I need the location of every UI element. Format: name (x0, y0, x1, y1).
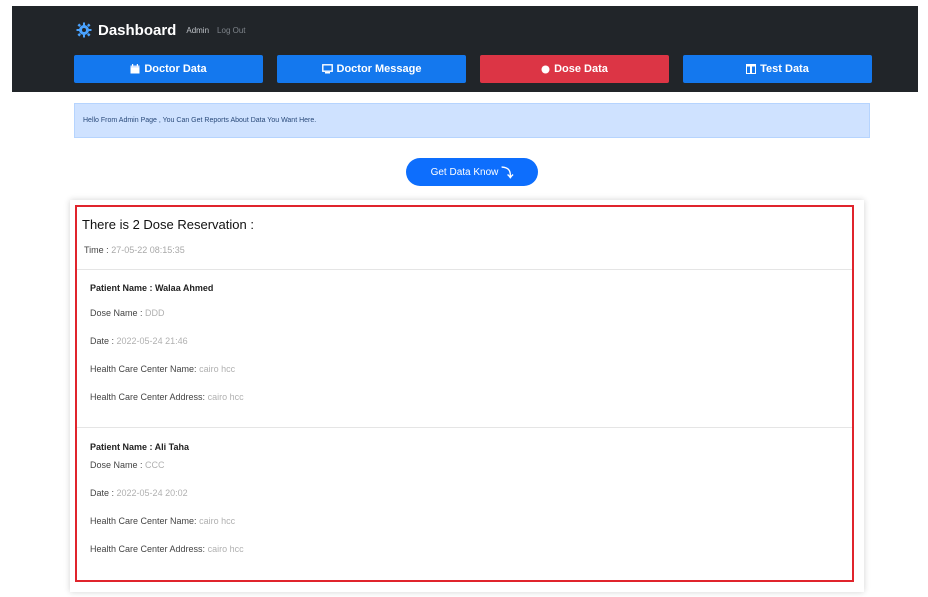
columns-icon (746, 64, 757, 74)
doctor-data-button[interactable]: Doctor Data (74, 55, 263, 83)
date-label: Date : (90, 488, 115, 498)
doctor-message-label: Doctor Message (336, 63, 422, 75)
dose-name: Dose Name : CCC (90, 460, 165, 470)
center-address-value: cairo hcc (207, 544, 244, 554)
arrow-down-icon: ⤵ (501, 165, 514, 180)
dose-name-label: Dose Name : (90, 308, 143, 318)
brand-row: Dashboard Admin Log Out (76, 18, 254, 42)
test-data-label: Test Data (760, 63, 809, 75)
logout-link[interactable]: Log Out (217, 26, 245, 35)
date-value: 2022-05-24 20:02 (116, 488, 188, 498)
center-address-value: cairo hcc (207, 392, 244, 402)
divider (77, 427, 852, 428)
divider (77, 269, 852, 270)
center-name-label: Health Care Center Name: (90, 364, 197, 374)
dose-name-value: DDD (145, 308, 165, 318)
center-address: Health Care Center Address: cairo hcc (90, 392, 244, 402)
dose-data-label: Dose Data (554, 63, 608, 75)
center-address: Health Care Center Address: cairo hcc (90, 544, 244, 554)
get-data-label: Get Data Know (430, 166, 499, 178)
dashboard-title[interactable]: Dashboard (98, 22, 176, 39)
card-title: There is 2 Dose Reservation : (82, 217, 254, 232)
gear-icon (76, 22, 92, 38)
center-address-label: Health Care Center Address: (90, 392, 206, 402)
get-data-button[interactable]: Get Data Know ⤵ (406, 158, 538, 186)
date-label: Date : (90, 336, 115, 346)
patient-name: Patient Name : Walaa Ahmed (90, 283, 214, 293)
dose-name: Dose Name : DDD (90, 308, 165, 318)
nav-buttons: Doctor Data Doctor Message Dose Data Tes… (74, 55, 872, 83)
time-label: Time : (84, 245, 109, 255)
circle-icon (541, 65, 550, 74)
center-name: Health Care Center Name: cairo hcc (90, 516, 235, 526)
top-navbar: Dashboard Admin Log Out Doctor Data Doct… (12, 6, 918, 92)
center-name-value: cairo hcc (199, 516, 236, 526)
monitor-icon (321, 64, 333, 74)
center-name: Health Care Center Name: cairo hcc (90, 364, 235, 374)
dose-name-label: Dose Name : (90, 460, 143, 470)
date: Date : 2022-05-24 20:02 (90, 488, 188, 498)
calendar-icon (130, 64, 140, 74)
dose-name-value: CCC (145, 460, 165, 470)
doctor-data-label: Doctor Data (144, 63, 207, 75)
center-name-label: Health Care Center Name: (90, 516, 197, 526)
admin-link[interactable]: Admin (186, 26, 209, 35)
alert-text: Hello From Admin Page , You Can Get Repo… (83, 117, 317, 124)
info-alert: Hello From Admin Page , You Can Get Repo… (74, 103, 870, 138)
dose-reservation-card: There is 2 Dose Reservation : Time : 27-… (75, 205, 854, 582)
center-name-value: cairo hcc (199, 364, 236, 374)
time-value: 27-05-22 08:15:35 (111, 245, 185, 255)
card-time: Time : 27-05-22 08:15:35 (84, 245, 185, 255)
doctor-message-button[interactable]: Doctor Message (277, 55, 466, 83)
dose-data-button[interactable]: Dose Data (480, 55, 669, 83)
test-data-button[interactable]: Test Data (683, 55, 872, 83)
date-value: 2022-05-24 21:46 (116, 336, 188, 346)
patient-name: Patient Name : Ali Taha (90, 442, 190, 452)
center-address-label: Health Care Center Address: (90, 544, 206, 554)
date: Date : 2022-05-24 21:46 (90, 336, 188, 346)
